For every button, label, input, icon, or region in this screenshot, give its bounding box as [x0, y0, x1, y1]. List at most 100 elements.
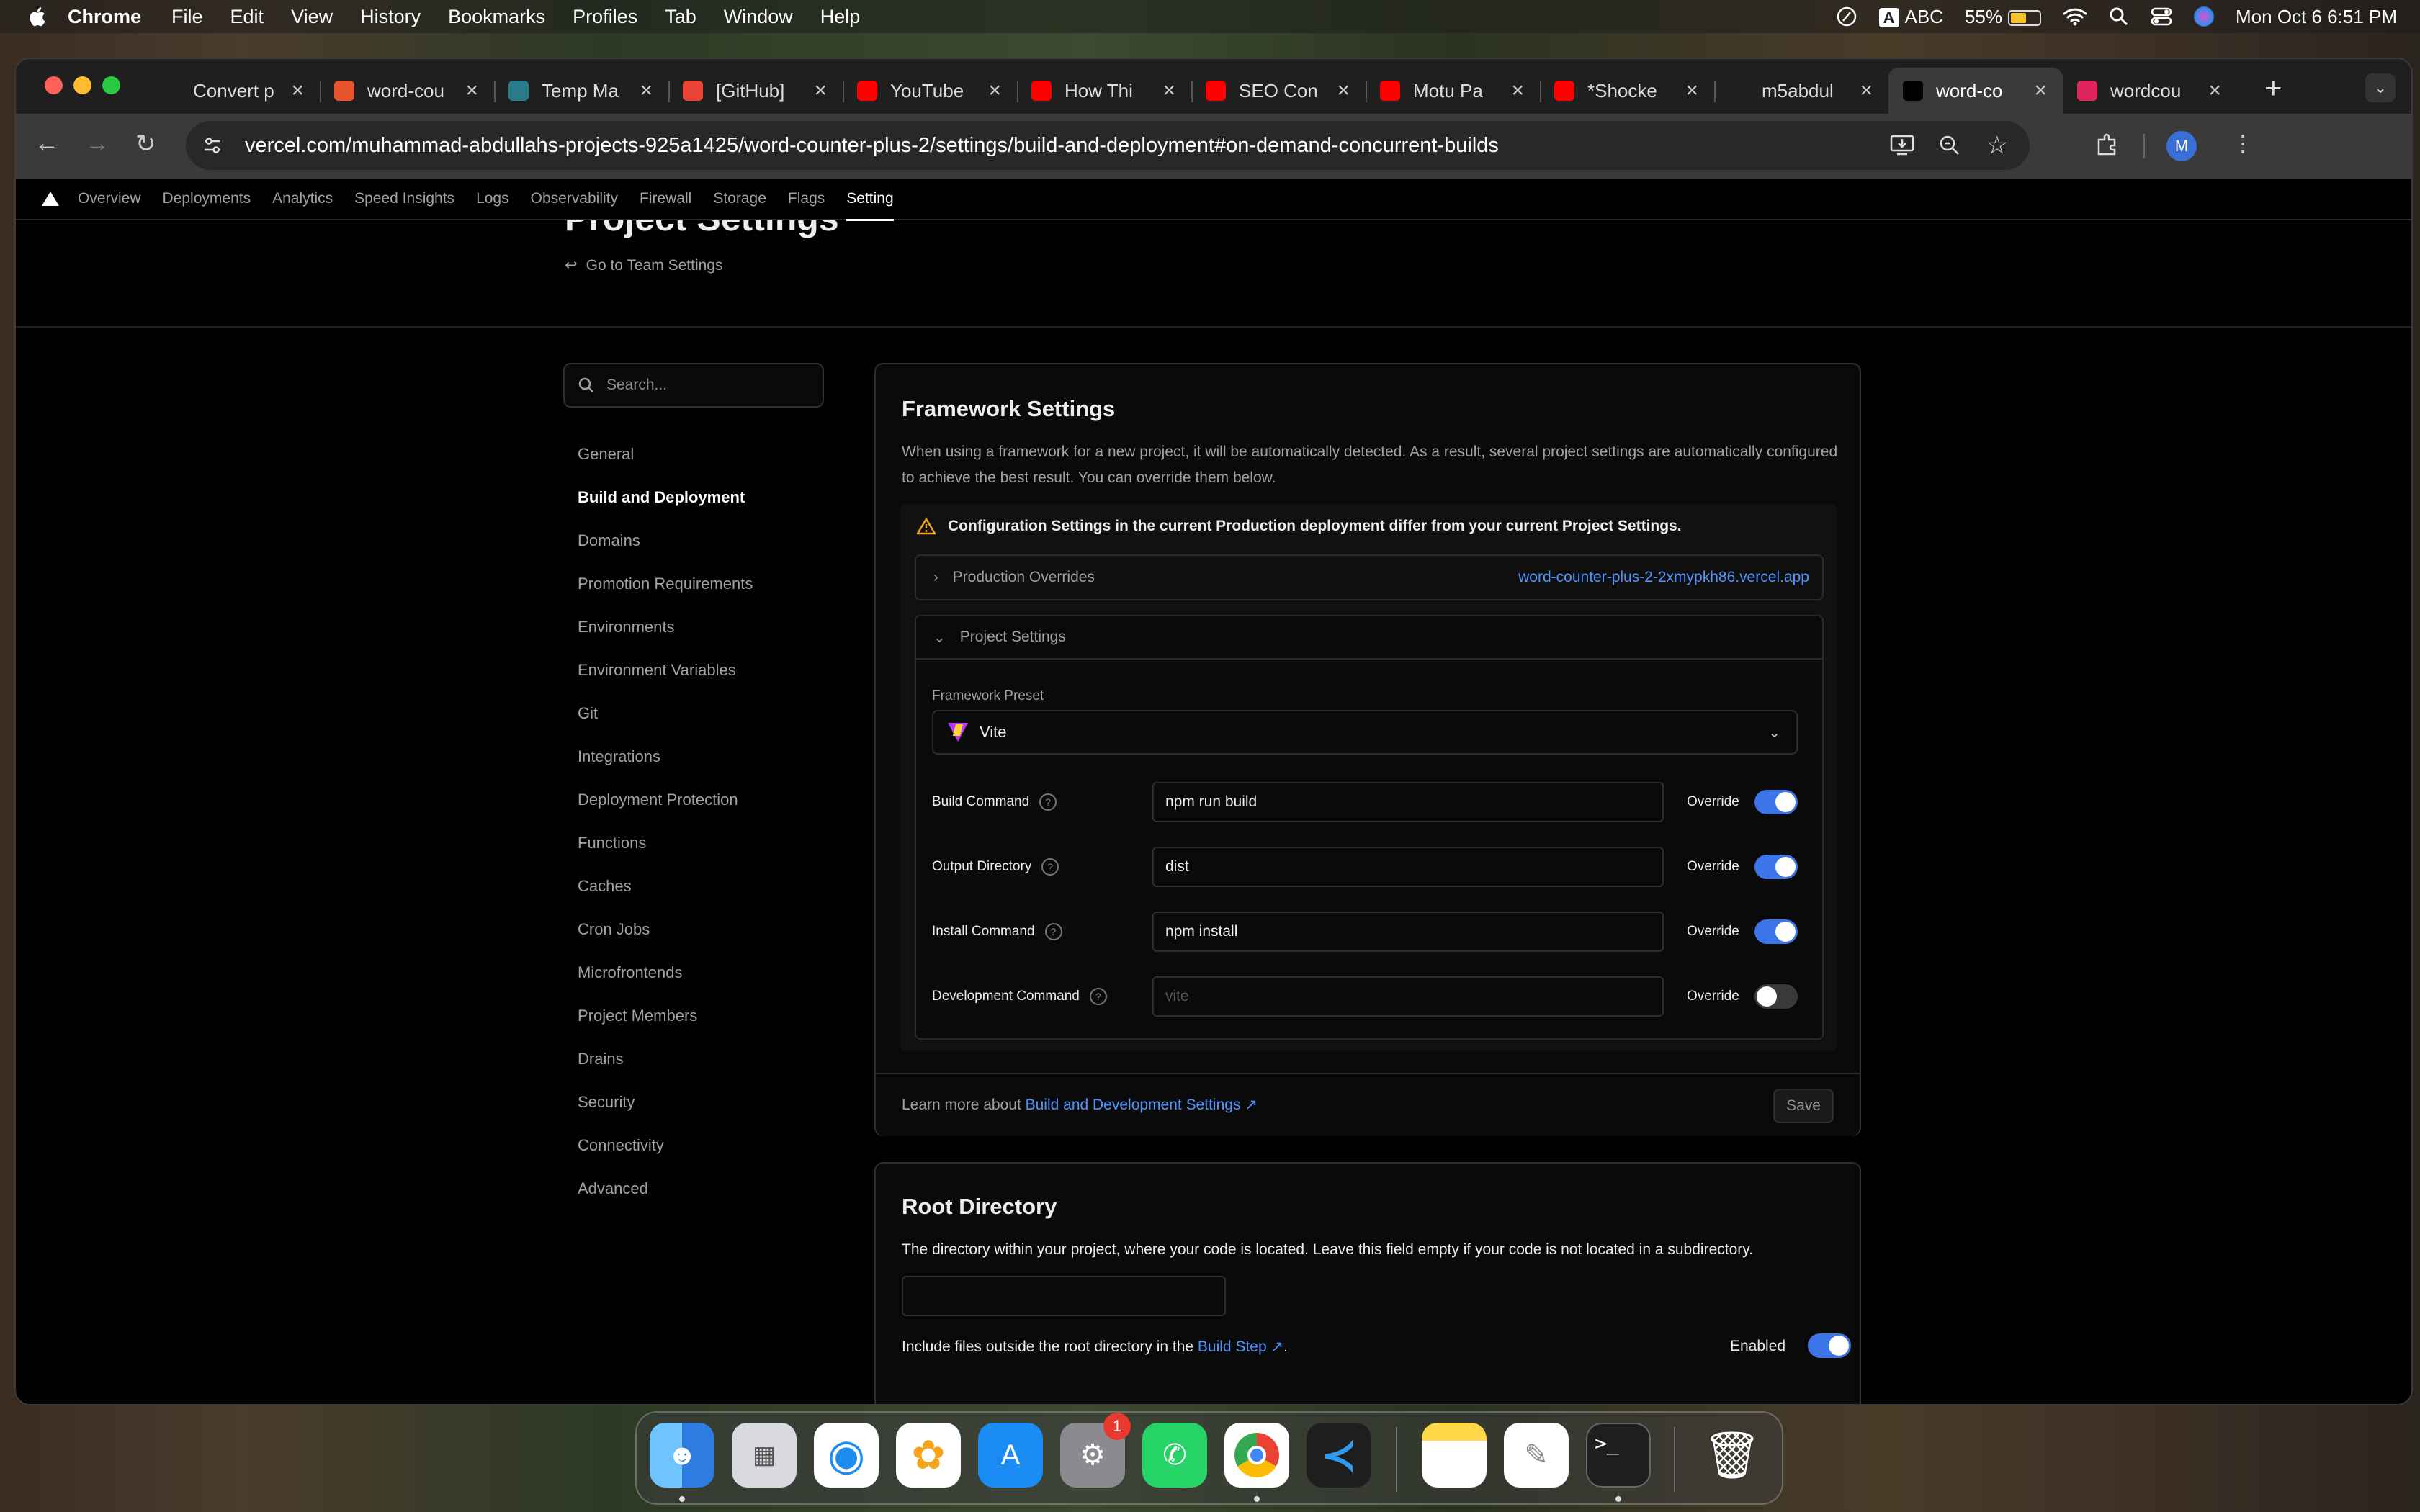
dock-app-store-icon[interactable]: A — [978, 1423, 1043, 1488]
browser-tab[interactable]: Temp Ma × — [494, 68, 668, 114]
close-tab-icon[interactable]: × — [1685, 78, 1698, 103]
zoom-window-button[interactable] — [102, 76, 120, 94]
tab-search-icon[interactable]: ⌄ — [2365, 73, 2396, 102]
nav-overview[interactable]: Overview — [78, 190, 141, 207]
menu-view[interactable]: View — [291, 6, 333, 28]
browser-tab[interactable]: YouTube × — [843, 68, 1017, 114]
minimize-window-button[interactable] — [73, 76, 91, 94]
input-source[interactable]: A ABC — [1878, 6, 1943, 28]
browser-tab[interactable]: Convert p × — [145, 68, 320, 114]
browser-tab[interactable]: *Shocke × — [1540, 68, 1714, 114]
close-tab-icon[interactable]: × — [1511, 78, 1524, 103]
close-tab-icon[interactable]: × — [1162, 78, 1175, 103]
nav-flags[interactable]: Flags — [788, 190, 825, 207]
dock-trash-icon[interactable]: 🗑 — [1700, 1423, 1765, 1488]
build-settings-docs-link[interactable]: Build and Development Settings ↗ — [1026, 1097, 1258, 1113]
clock[interactable]: Mon Oct 6 6:51 PM — [2236, 6, 2397, 28]
battery-status[interactable]: 55% — [1965, 6, 2042, 28]
close-window-button[interactable] — [45, 76, 63, 94]
dock-launchpad-icon[interactable]: ▦ — [732, 1423, 797, 1488]
sidebar-item-advanced[interactable]: Advanced — [578, 1179, 753, 1223]
dock-safari-icon[interactable]: ◉ — [814, 1423, 879, 1488]
team-settings-link[interactable]: ↩ Go to Team Settings — [565, 256, 723, 274]
sidebar-item-git[interactable]: Git — [578, 704, 753, 747]
install-command-input[interactable]: npm install — [1152, 912, 1664, 952]
development-command-override-toggle[interactable] — [1754, 984, 1798, 1009]
url-text[interactable]: vercel.com/muhammad-abdullahs-projects-9… — [245, 134, 1499, 158]
browser-tab[interactable]: word-co × — [1888, 68, 2063, 114]
sidebar-item-promotion-requirements[interactable]: Promotion Requirements — [578, 575, 753, 618]
dock-vscode-icon[interactable]: ≺ — [1307, 1423, 1371, 1488]
close-tab-icon[interactable]: × — [1860, 78, 1873, 103]
sidebar-item-deployment-protection[interactable]: Deployment Protection — [578, 791, 753, 834]
nav-storage[interactable]: Storage — [713, 190, 766, 207]
help-icon[interactable]: ? — [1044, 923, 1062, 940]
sidebar-item-domains[interactable]: Domains — [578, 531, 753, 575]
browser-tab[interactable]: How Thi × — [1017, 68, 1191, 114]
siri-icon[interactable] — [2194, 6, 2215, 27]
zoom-icon[interactable] — [1939, 135, 1960, 156]
nav-settings[interactable]: Setting — [846, 190, 895, 221]
sidebar-item-caches[interactable]: Caches — [578, 877, 753, 920]
new-tab-icon[interactable]: + — [2264, 71, 2282, 105]
dock-chrome-icon[interactable] — [1224, 1423, 1289, 1488]
browser-tab[interactable]: word-cou × — [320, 68, 494, 114]
nav-deployments[interactable]: Deployments — [163, 190, 251, 207]
menu-history[interactable]: History — [360, 6, 421, 28]
browser-tab[interactable]: [GitHub] × — [668, 68, 843, 114]
sidebar-item-security[interactable]: Security — [578, 1093, 753, 1136]
browser-tab[interactable]: Motu Pa × — [1366, 68, 1540, 114]
dock-textedit-icon[interactable]: ✎ — [1504, 1423, 1569, 1488]
close-tab-icon[interactable]: × — [640, 78, 653, 103]
chrome-menu-icon[interactable]: ⋮ — [2231, 130, 2254, 157]
dock-terminal-icon[interactable]: >_ — [1586, 1423, 1651, 1488]
extensions-icon[interactable] — [2094, 132, 2119, 157]
build-command-input[interactable]: npm run build — [1152, 782, 1664, 822]
close-tab-icon[interactable]: × — [814, 78, 827, 103]
accessibility-icon[interactable] — [1836, 6, 1857, 27]
browser-tab[interactable]: m5abdul × — [1714, 68, 1888, 114]
root-directory-input[interactable] — [902, 1276, 1226, 1316]
control-center-icon[interactable] — [2151, 7, 2172, 26]
sidebar-item-drains[interactable]: Drains — [578, 1050, 753, 1093]
sidebar-item-general[interactable]: General — [578, 445, 753, 488]
nav-analytics[interactable]: Analytics — [272, 190, 333, 207]
include-files-toggle[interactable] — [1808, 1333, 1851, 1358]
reload-icon[interactable]: ↻ — [135, 130, 156, 158]
development-command-input[interactable]: vite — [1152, 976, 1664, 1017]
bookmark-star-icon[interactable]: ☆ — [1986, 131, 2008, 160]
output-directory-override-toggle[interactable] — [1754, 855, 1798, 879]
build-step-link[interactable]: Build Step ↗ — [1198, 1338, 1283, 1355]
wifi-icon[interactable] — [2063, 7, 2087, 26]
close-tab-icon[interactable]: × — [2034, 78, 2047, 103]
dock-finder-icon[interactable]: ☻ — [650, 1423, 714, 1488]
dock-notes-icon[interactable] — [1422, 1423, 1487, 1488]
help-icon[interactable]: ? — [1041, 858, 1059, 876]
build-command-override-toggle[interactable] — [1754, 790, 1798, 814]
close-tab-icon[interactable]: × — [465, 78, 478, 103]
sidebar-item-cron-jobs[interactable]: Cron Jobs — [578, 920, 753, 963]
browser-tab[interactable]: SEO Con × — [1191, 68, 1366, 114]
sidebar-item-environment-variables[interactable]: Environment Variables — [578, 661, 753, 704]
vercel-logo-icon[interactable] — [42, 192, 59, 206]
apple-menu-icon[interactable] — [27, 6, 46, 27]
nav-speed-insights[interactable]: Speed Insights — [354, 190, 454, 207]
sidebar-item-environments[interactable]: Environments — [578, 618, 753, 661]
sidebar-item-microfrontends[interactable]: Microfrontends — [578, 963, 753, 1007]
install-command-override-toggle[interactable] — [1754, 919, 1798, 944]
menu-tab[interactable]: Tab — [665, 6, 696, 28]
menu-help[interactable]: Help — [820, 6, 861, 28]
nav-observability[interactable]: Observability — [531, 190, 618, 207]
close-tab-icon[interactable]: × — [1337, 78, 1350, 103]
spotlight-search-icon[interactable] — [2109, 6, 2129, 27]
sidebar-item-build-and-deployment[interactable]: Build and Deployment — [578, 488, 753, 531]
framework-preset-select[interactable]: Vite ⌄ — [932, 710, 1798, 755]
address-bar[interactable]: vercel.com/muhammad-abdullahs-projects-9… — [186, 121, 2030, 170]
forward-icon[interactable]: → — [85, 130, 109, 158]
production-overrides-accordion[interactable]: › Production Overrides word-counter-plus… — [915, 554, 1824, 600]
back-icon[interactable]: ← — [35, 130, 59, 158]
close-tab-icon[interactable]: × — [291, 78, 304, 103]
dock-whatsapp-icon[interactable]: ✆ — [1142, 1423, 1207, 1488]
save-button[interactable]: Save — [1773, 1089, 1834, 1123]
profile-avatar[interactable]: M — [2166, 131, 2197, 161]
